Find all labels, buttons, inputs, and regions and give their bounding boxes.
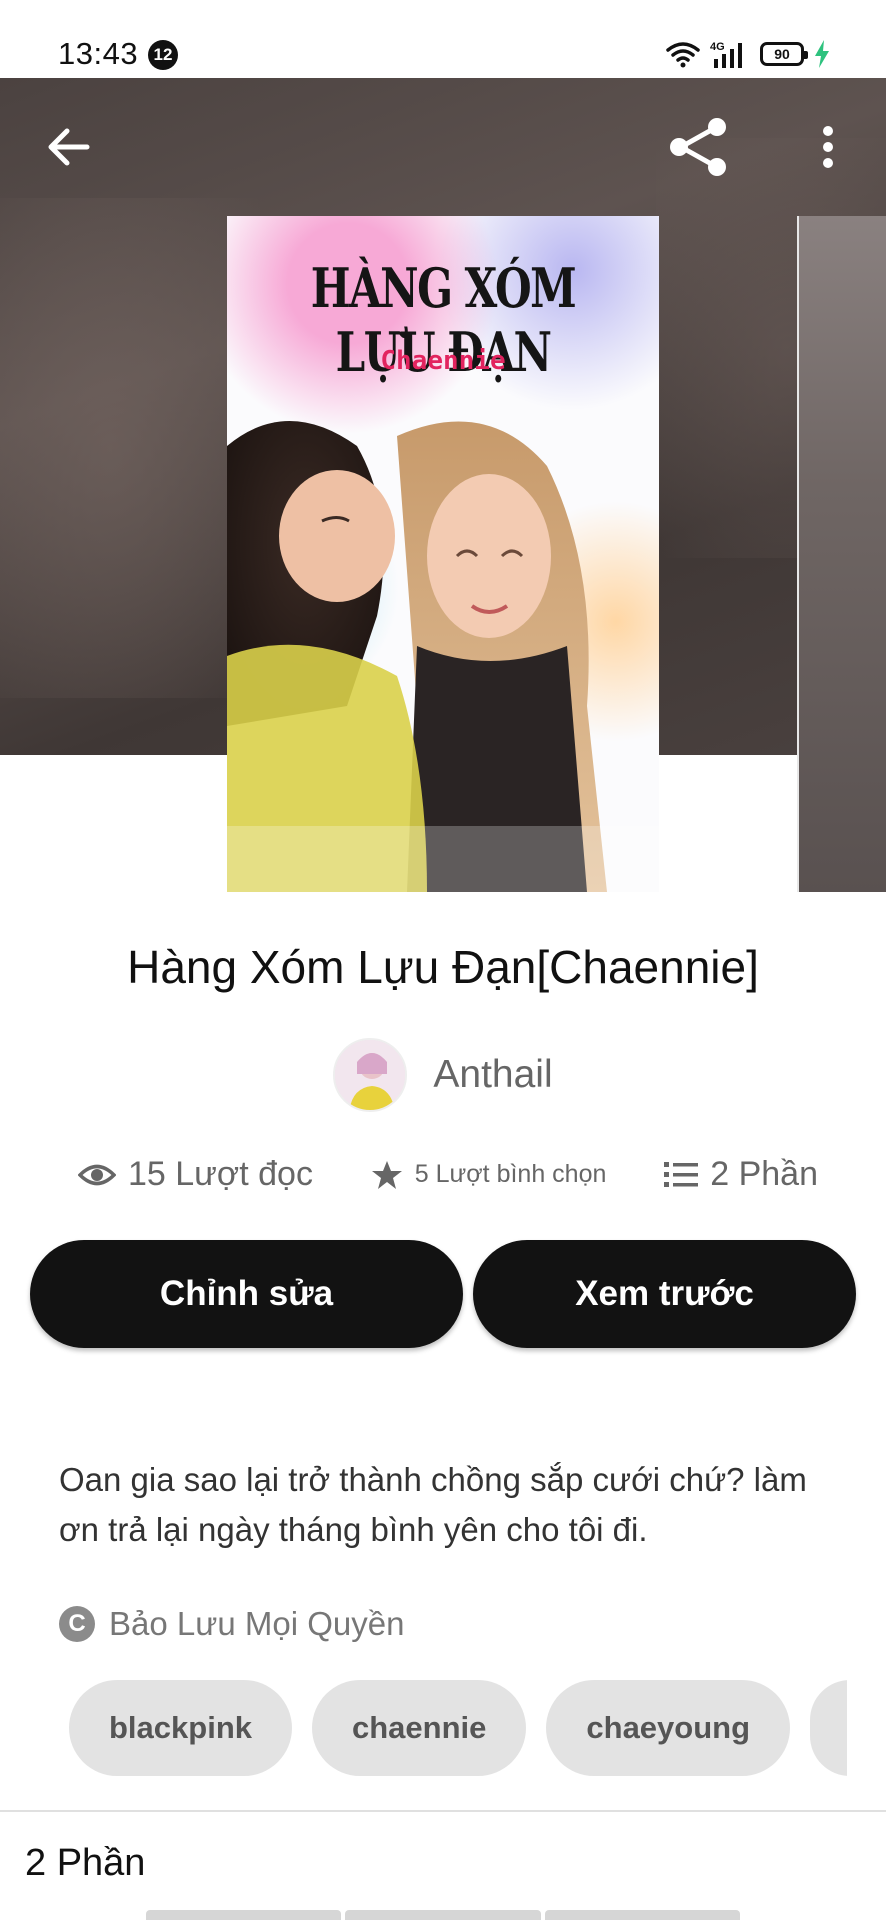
- parts-count: 2 Phần: [710, 1155, 818, 1193]
- eye-icon: [78, 1164, 116, 1185]
- tag-chip-partial[interactable]: [810, 1680, 847, 1776]
- edit-button[interactable]: Chỉnh sửa: [30, 1240, 463, 1348]
- list-icon: [664, 1161, 699, 1187]
- tag-chip[interactable]: blackpink: [69, 1680, 292, 1776]
- tag-chip[interactable]: chaennie: [312, 1680, 527, 1776]
- story-description: Oan gia sao lại trở thành chồng sắp cưới…: [59, 1461, 807, 1548]
- status-bar: 13:43 12 4G 90: [0, 0, 886, 78]
- more-vertical-icon: [823, 126, 833, 168]
- author-avatar[interactable]: [333, 1038, 408, 1112]
- more-options-button[interactable]: [796, 115, 860, 179]
- parts-stat: 2 Phần: [664, 1155, 818, 1194]
- part-thumbnails: [146, 1910, 740, 1920]
- share-button[interactable]: [666, 115, 730, 179]
- charging-bolt-icon: [815, 40, 829, 68]
- story-cover[interactable]: HÀNG XÓM LỰU ĐẠN Chaennie: [227, 216, 659, 892]
- author-name[interactable]: Anthail: [433, 1053, 552, 1097]
- reads-count: 15 Lượt đọc: [128, 1155, 313, 1193]
- star-icon: [371, 1160, 402, 1189]
- part-thumbnail[interactable]: [544, 1910, 740, 1920]
- arrow-left-icon: [48, 128, 90, 166]
- notification-count-badge: 12: [148, 40, 178, 70]
- avatar-image: [335, 1040, 406, 1110]
- next-cover-preview[interactable]: [797, 216, 886, 892]
- copyright-icon: C: [59, 1606, 95, 1642]
- author-row[interactable]: Anthail: [0, 1038, 886, 1112]
- cover-photo: [227, 421, 659, 892]
- battery-icon: 90: [760, 42, 808, 66]
- hero-blur-left: [0, 198, 260, 698]
- tag-list: blackpink chaennie chaeyoung: [69, 1680, 847, 1776]
- back-button[interactable]: [36, 115, 100, 179]
- network-label: 4G: [710, 41, 725, 53]
- cover-subtitle: Chaennie: [380, 346, 506, 376]
- preview-button[interactable]: Xem trước: [473, 1240, 856, 1348]
- part-thumbnail[interactable]: [345, 1910, 541, 1920]
- share-icon: [670, 118, 726, 176]
- votes-count: 5 Lượt bình chọn: [414, 1160, 607, 1188]
- reads-stat: 15 Lượt đọc: [78, 1155, 313, 1194]
- section-divider: [0, 1810, 886, 1812]
- story-stats: 15 Lượt đọc 5 Lượt bình chọn 2 Phần: [78, 1155, 818, 1194]
- story-title: Hàng Xóm Lựu Đạn[Chaennie]: [127, 941, 759, 993]
- votes-stat: 5 Lượt bình chọn: [371, 1159, 607, 1191]
- part-thumbnail[interactable]: [146, 1910, 342, 1920]
- signal-4g-icon: 4G: [710, 41, 742, 68]
- wifi-icon: [666, 42, 700, 68]
- copyright-label: Bảo Lưu Mọi Quyền: [109, 1605, 405, 1642]
- copyright-notice: C Bảo Lưu Mọi Quyền: [59, 1605, 404, 1643]
- status-icons: 4G 90: [666, 38, 830, 70]
- tag-chip[interactable]: chaeyoung: [546, 1680, 791, 1776]
- parts-heading: 2 Phần: [25, 1842, 146, 1884]
- battery-level: 90: [774, 46, 790, 62]
- status-time: 13:43: [58, 36, 139, 71]
